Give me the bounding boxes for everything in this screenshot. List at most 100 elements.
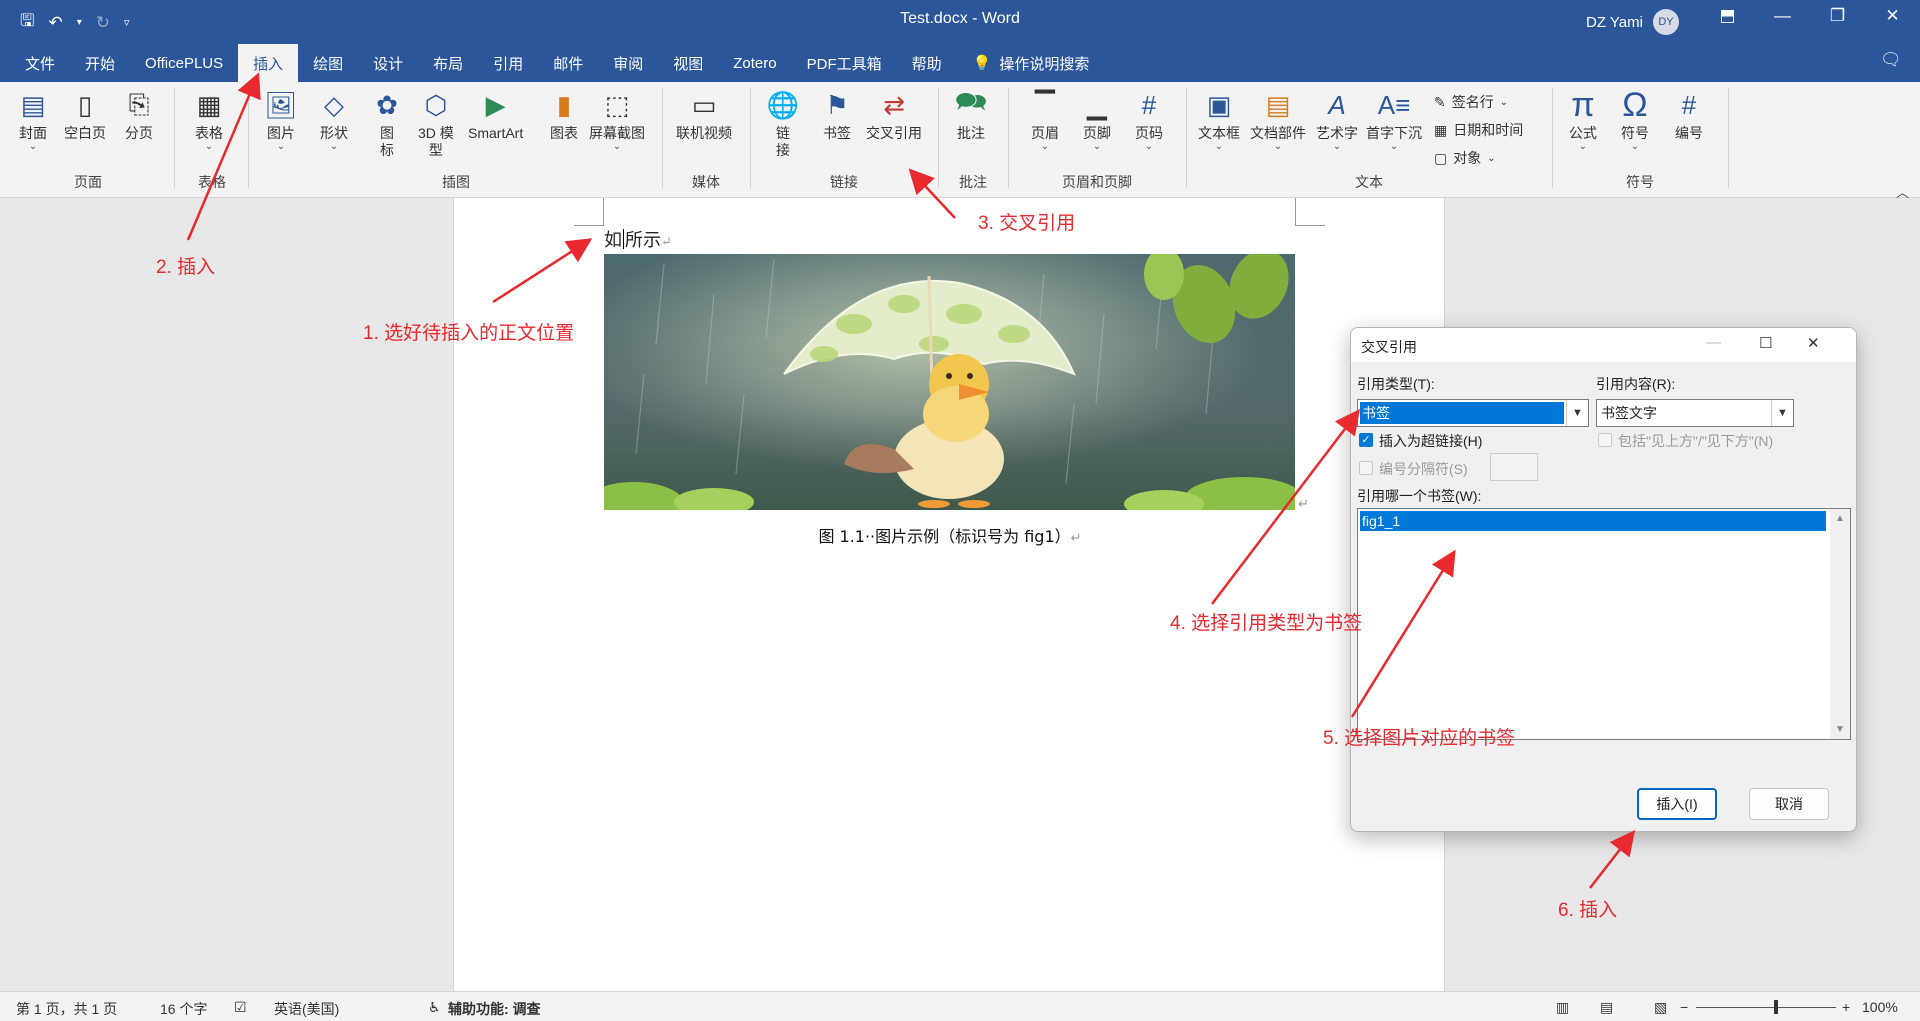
tab-design[interactable]: 设计 [358, 44, 418, 82]
tab-view[interactable]: 视图 [658, 44, 718, 82]
zoom-level[interactable]: 100% [1862, 999, 1898, 1015]
textbox-button[interactable]: ▣ 文本框 ⌄ [1198, 88, 1240, 152]
cross-reference-button[interactable]: ⇄ 交叉引用 [866, 88, 922, 142]
paragraph-mark-icon: ↵ [1298, 496, 1309, 511]
scroll-down-icon[interactable]: ▼ [1830, 724, 1850, 735]
dialog-title-bar[interactable]: 交叉引用 — ☐ ✕ [1351, 328, 1856, 362]
bookmark-button[interactable]: ⚑ 书签 [820, 88, 854, 142]
omega-icon: Ω [1622, 85, 1648, 124]
divider [938, 88, 939, 188]
figure-caption[interactable]: 图 1.1··图片示例（标识号为 fig1）↵ [454, 523, 1446, 547]
table-button[interactable]: ▦ 表格 ⌄ [192, 88, 226, 152]
tell-me-search[interactable]: 💡 操作说明搜索 [957, 44, 1106, 82]
ref-type-select[interactable]: 书签 ▼ [1357, 399, 1589, 427]
tab-insert[interactable]: 插入 [238, 44, 299, 82]
object-button[interactable]: ▢ 对象 ⌄ [1434, 148, 1496, 168]
tab-layout[interactable]: 布局 [418, 44, 478, 82]
header-button[interactable]: ▔ 页眉 ⌄ [1028, 88, 1062, 152]
video-icon: ▭ [691, 89, 717, 120]
duck-illustration [604, 254, 1295, 510]
datetime-button[interactable]: ▦ 日期和时间 [1434, 120, 1523, 140]
document-page[interactable]: 如所示↵ ↵ 图 1.1··图片示例（标识号为 fig1）↵ [453, 198, 1445, 991]
blank-page-button[interactable]: ▯ 空白页 [64, 88, 106, 142]
page-number-button[interactable]: # 页码 ⌄ [1132, 88, 1166, 152]
comments-icon[interactable]: 🗨 [1880, 50, 1902, 70]
new-comment-button[interactable]: 🗪 批注 [954, 86, 988, 142]
tab-draw[interactable]: 绘图 [298, 44, 358, 82]
proofing-icon[interactable]: ☑ [234, 999, 247, 1016]
numbering-icon: # [1681, 89, 1697, 120]
accessibility-status[interactable]: 辅助功能: 调查 [448, 999, 541, 1019]
cross-reference-dialog[interactable]: 交叉引用 — ☐ ✕ 引用类型(T): 书签 ▼ 引用内容(R): 书签文字 ▼… [1350, 327, 1857, 832]
wordart-button[interactable]: A 艺术字 ⌄ [1316, 88, 1358, 152]
zoom-in-icon[interactable]: + [1842, 999, 1850, 1015]
tab-references[interactable]: 引用 [478, 44, 538, 82]
close-icon[interactable]: ✕ [1807, 334, 1820, 352]
restore-icon[interactable]: ❐ [1810, 6, 1865, 26]
online-video-button[interactable]: ▭ 联机视频 [676, 88, 732, 142]
signature-line-button[interactable]: ✎ 签名行 ⌄ [1434, 92, 1508, 112]
ribbon-display-icon[interactable]: ⬒ [1700, 6, 1755, 26]
chevron-down-icon: ▼ [1771, 400, 1793, 426]
paragraph-mark-icon: ↵ [661, 235, 672, 250]
word-count[interactable]: 16 个字 [160, 999, 207, 1019]
picture-button[interactable]: 🖼 图片 ⌄ [264, 88, 298, 152]
cancel-button[interactable]: 取消 [1749, 788, 1829, 820]
page-break-button[interactable]: ⎘ 分页 [122, 88, 156, 142]
tab-zotero[interactable]: Zotero [718, 44, 791, 82]
list-item[interactable]: fig1_1 [1360, 511, 1826, 531]
cover-page-button[interactable]: ▤ 封面 ⌄ [16, 88, 50, 152]
divider [1008, 88, 1009, 188]
duck-umbrella-figure[interactable] [604, 254, 1295, 510]
3d-models-button[interactable]: ⬡ 3D 模 型 [418, 88, 454, 159]
link-button[interactable]: 🌐 链 接 [766, 88, 800, 159]
quick-parts-button[interactable]: ▤ 文档部件 ⌄ [1250, 88, 1306, 152]
symbol-button[interactable]: Ω 符号 ⌄ [1618, 85, 1652, 152]
scroll-up-icon[interactable]: ▲ [1830, 513, 1850, 524]
group-media: ▭ 联机视频 媒体 [676, 88, 732, 191]
zoom-slider[interactable] [1696, 1007, 1836, 1008]
icons-button[interactable]: ✿ 图 标 [370, 88, 404, 159]
accessibility-icon: ♿ [428, 999, 441, 1015]
scrollbar[interactable]: ▲ ▼ [1830, 509, 1850, 739]
table-icon: ▦ [196, 89, 222, 120]
page-count[interactable]: 第 1 页，共 1 页 [16, 999, 117, 1019]
minimize-icon[interactable]: — [1755, 6, 1810, 26]
group-comments: 🗪 批注 批注 [954, 86, 988, 190]
shapes-button[interactable]: ◇ 形状 ⌄ [317, 88, 351, 152]
tab-help[interactable]: 帮助 [897, 44, 957, 82]
close-icon[interactable]: ✕ [1865, 6, 1920, 26]
tab-pdf-tools[interactable]: PDF工具箱 [792, 44, 897, 82]
annotation-step-4: 4. 选择引用类型为书签 [1170, 613, 1363, 634]
numbering-button[interactable]: # 编号 [1672, 88, 1706, 142]
equation-button[interactable]: π 公式 ⌄ [1566, 86, 1600, 152]
insert-hyperlink-checkbox[interactable]: ✓ [1359, 433, 1373, 447]
bookmark-list[interactable]: fig1_1 ▲ ▼ [1357, 508, 1851, 740]
language[interactable]: 英语(美国) [274, 999, 339, 1019]
zoom-out-icon[interactable]: − [1680, 999, 1688, 1015]
zoom-slider-thumb[interactable] [1774, 1000, 1778, 1014]
avatar[interactable]: DY [1652, 9, 1679, 35]
tab-officeplus[interactable]: OfficePLUS [130, 44, 238, 82]
print-layout-icon[interactable]: ▤ [1600, 999, 1613, 1016]
maximize-icon[interactable]: ☐ [1759, 334, 1772, 352]
insert-button[interactable]: 插入(I) [1637, 788, 1717, 820]
tab-mailings[interactable]: 邮件 [538, 44, 598, 82]
ref-content-select[interactable]: 书签文字 ▼ [1596, 399, 1794, 427]
screenshot-button[interactable]: ⬚ 屏幕截图 ⌄ [589, 88, 645, 152]
ref-content-label: 引用内容(R): [1596, 376, 1676, 392]
smartart-button[interactable]: ▶ SmartArt [468, 88, 523, 142]
dropcap-button[interactable]: A≡ 首字下沉 ⌄ [1366, 88, 1422, 152]
user-account[interactable]: DZ Yami DY [1586, 9, 1679, 35]
tab-file[interactable]: 文件 [10, 44, 70, 82]
read-mode-icon[interactable]: ▥ [1556, 999, 1569, 1016]
web-layout-icon[interactable]: ▧ [1654, 999, 1667, 1016]
page-number-icon: # [1141, 89, 1157, 120]
tell-me-label: 操作说明搜索 [999, 55, 1090, 73]
group-links: 🌐 链 接 ⚑ 书签 ⇄ 交叉引用 链接 [766, 88, 922, 191]
body-paragraph[interactable]: 如所示↵ [604, 226, 672, 252]
chart-button[interactable]: ▮ 图表 [547, 88, 581, 142]
footer-button[interactable]: ▁ 页脚 ⌄ [1080, 88, 1114, 152]
tab-home[interactable]: 开始 [70, 44, 130, 82]
tab-review[interactable]: 审阅 [598, 44, 658, 82]
